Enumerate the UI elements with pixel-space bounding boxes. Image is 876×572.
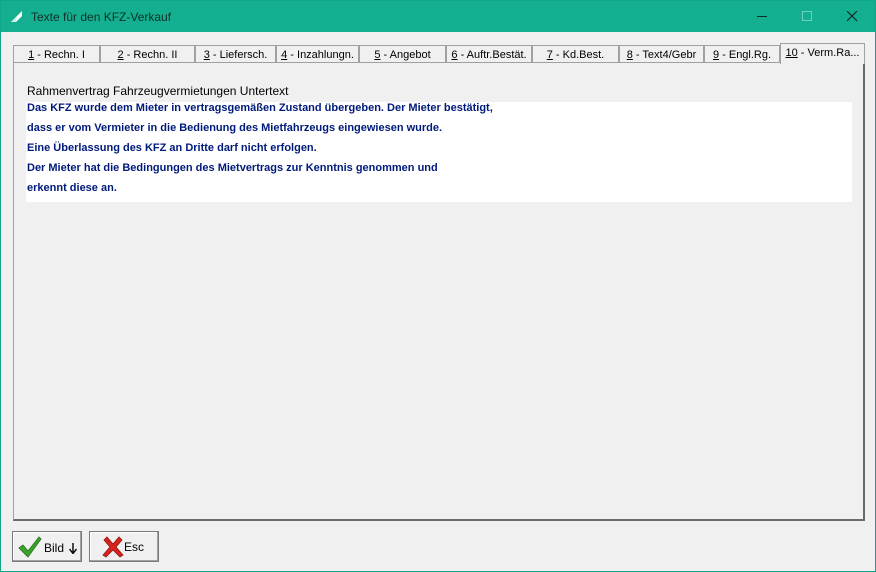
tab-engl-rg[interactable]: 9 - Engl.Rg. <box>704 45 780 63</box>
tab-label: - Rechn. II <box>123 49 178 61</box>
esc-button[interactable]: Esc <box>89 531 159 562</box>
close-icon <box>847 11 858 22</box>
tab-angebot[interactable]: 5 - Angebot <box>359 45 446 63</box>
esc-label: Esc <box>124 540 145 554</box>
text-editor[interactable]: Das KFZ wurde dem Mieter in vertragsgemä… <box>26 102 852 202</box>
minimize-button[interactable] <box>740 1 786 32</box>
tab-label: - Inzahlungn. <box>287 49 354 61</box>
maximize-icon <box>802 11 812 21</box>
tab-label: - Engl.Rg. <box>719 49 772 61</box>
checkmark-icon <box>18 536 42 558</box>
tab-inzahlungn[interactable]: 4 - Inzahlungn. <box>276 45 359 63</box>
bild-label: Bild <box>44 541 65 555</box>
maximize-button[interactable] <box>785 1 831 32</box>
close-button[interactable] <box>830 1 876 32</box>
tab-rechn-1[interactable]: 1 - Rechn. I <box>13 45 100 63</box>
text-line: Eine Überlassung des KFZ an Dritte darf … <box>27 142 317 154</box>
tab-rechn-2[interactable]: 2 - Rechn. II <box>100 45 195 63</box>
tab-strip: 1 - Rechn. I 2 - Rechn. II 3 - Liefersch… <box>13 43 865 64</box>
tab-panel: Rahmenvertrag Fahrzeugvermietungen Unter… <box>13 62 865 521</box>
text-line: Das KFZ wurde dem Mieter in vertragsgemä… <box>27 102 493 114</box>
title-bar[interactable]: Texte für den KFZ-Verkauf <box>1 1 875 32</box>
minimize-icon <box>757 16 767 17</box>
tab-label: - Kd.Best. <box>552 49 605 61</box>
window-title: Texte für den KFZ-Verkauf <box>31 10 172 24</box>
tab-liefersch[interactable]: 3 - Liefersch. <box>195 45 276 63</box>
red-x-icon <box>102 536 124 558</box>
arrow-down-icon <box>69 543 77 554</box>
tab-label: - Rechn. I <box>34 49 85 61</box>
tab-key: 10 <box>785 47 798 59</box>
tab-label: - Verm.Ra... <box>797 47 860 59</box>
section-title: Rahmenvertrag Fahrzeugvermietungen Unter… <box>27 84 289 98</box>
text-line: erkennt diese an. <box>27 182 117 194</box>
tab-kd-best[interactable]: 7 - Kd.Best. <box>532 45 619 63</box>
text-line: Der Mieter hat die Bedingungen des Mietv… <box>27 162 438 174</box>
text-line: dass er vom Vermieter in die Bedienung d… <box>27 122 443 134</box>
tab-label: - Angebot <box>380 49 431 61</box>
tab-label: - Auftr.Bestät. <box>457 49 527 61</box>
tab-label: - Text4/Gebr <box>632 49 697 61</box>
app-window: Texte für den KFZ-Verkauf 1 - Rechn. I 2… <box>0 0 876 572</box>
tab-label: - Liefersch. <box>209 49 268 61</box>
app-icon <box>11 11 22 22</box>
tab-auftr-bestaet[interactable]: 6 - Auftr.Bestät. <box>446 45 532 63</box>
tab-text4-gebr[interactable]: 8 - Text4/Gebr <box>619 45 704 63</box>
bild-button[interactable]: Bild <box>12 531 82 562</box>
tab-verm-ra[interactable]: 10 - Verm.Ra... <box>780 43 865 64</box>
